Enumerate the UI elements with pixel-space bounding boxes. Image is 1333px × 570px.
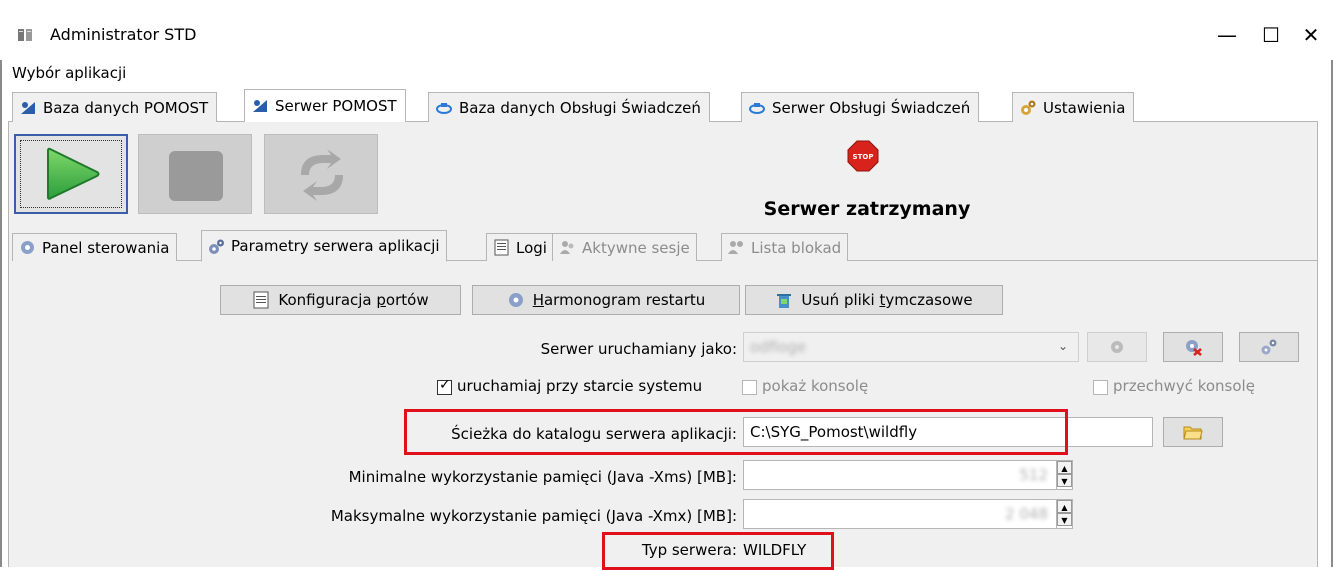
restart-icon <box>301 149 343 201</box>
folder-icon <box>1183 426 1203 440</box>
show-console-label: pokaż konsolę <box>762 377 869 395</box>
tab-active-sessions[interactable]: Aktywne sesje <box>552 233 697 261</box>
tab-label: Logi <box>516 238 547 257</box>
play-icon <box>47 147 100 200</box>
checkmark-icon: ✓ <box>439 377 451 393</box>
tab-label: Baza danych POMOST <box>43 98 209 117</box>
run-as-label: Serwer uruchamiany jako: <box>540 340 737 358</box>
log-icon <box>494 239 509 256</box>
capture-console-checkbox[interactable] <box>1093 380 1108 395</box>
window-title: Administrator STD <box>50 25 197 44</box>
server-app-icon <box>18 29 32 41</box>
pomost-icon <box>253 100 267 112</box>
xms-stepper[interactable]: ▲ ▼ <box>1056 461 1072 489</box>
show-console-checkbox[interactable] <box>742 380 757 395</box>
service-icon <box>749 102 765 114</box>
xmx-label: Maksymalne wykorzystanie pamięci (Java -… <box>330 507 737 525</box>
gears-icon <box>1261 339 1277 355</box>
stop-square-icon <box>169 151 223 201</box>
stop-sign-icon: STOP <box>847 140 879 172</box>
pomost-icon <box>21 101 35 114</box>
button-label: Usuń pliki tymczasowe <box>801 291 973 309</box>
button-label: Konfiguracja portów <box>278 291 429 309</box>
tab-logs[interactable]: Logi <box>486 233 554 261</box>
minimize-button[interactable]: — <box>1212 20 1242 50</box>
restart-schedule-button[interactable]: Harmonogram restartu <box>472 285 740 315</box>
highlight-server-type <box>602 532 834 570</box>
xms-spinner[interactable]: 512 ▲ ▼ <box>743 460 1073 490</box>
start-on-boot-label: uruchamiaj przy starcie systemu <box>457 377 703 395</box>
button-label: Harmonogram restartu <box>532 291 706 309</box>
down-arrow-icon: ▼ <box>1057 474 1072 487</box>
xms-label: Minimalne wykorzystanie pamięci (Java -X… <box>348 468 737 486</box>
tab-label: Serwer POMOST <box>275 97 397 115</box>
tab-label: Ustawienia <box>1043 98 1126 117</box>
capture-console-label: przechwyć konsolę <box>1113 377 1255 395</box>
tab-pomost-database[interactable]: Baza danych POMOST <box>12 92 218 122</box>
server-status-text: Serwer zatrzymany <box>763 198 971 220</box>
restart-server-button[interactable] <box>264 134 378 214</box>
chevron-down-icon: ⌄ <box>1057 339 1068 353</box>
highlight-path <box>404 409 1068 455</box>
lock-users-icon <box>728 241 743 254</box>
gears-icon <box>209 239 224 254</box>
gear-remove-icon <box>1186 340 1202 356</box>
tab-label: Baza danych Obsługi Świadczeń <box>459 98 701 117</box>
xmx-spinner[interactable]: 2 048 ▲ ▼ <box>743 499 1073 529</box>
stop-sign-label: STOP <box>853 153 874 161</box>
sub-tab-bar: Panel sterowania Parametry serwera aplik… <box>12 230 1318 262</box>
trash-icon <box>777 294 792 308</box>
stop-server-button[interactable] <box>138 134 252 214</box>
xmx-stepper[interactable]: ▲ ▼ <box>1056 500 1072 528</box>
tab-lock-list[interactable]: Lista blokad <box>721 233 849 261</box>
service-icon <box>436 102 452 114</box>
menu-app-selection[interactable]: Wybór aplikacji <box>12 64 126 82</box>
run-as-value: odfioge <box>750 338 807 356</box>
log-icon <box>253 291 269 309</box>
tab-pomost-server[interactable]: Serwer POMOST <box>244 89 406 123</box>
tab-label: Aktywne sesje <box>582 238 690 257</box>
service-settings-button[interactable] <box>1239 332 1299 362</box>
gear-icon <box>508 293 523 307</box>
start-on-boot-checkbox[interactable]: ✓ <box>437 377 452 395</box>
gear-icon <box>1111 341 1123 353</box>
service-remove-button[interactable] <box>1163 332 1223 362</box>
users-icon <box>560 241 574 254</box>
window-border-left <box>0 0 2 567</box>
browse-folder-button[interactable] <box>1163 417 1223 447</box>
port-configuration-button[interactable]: Konfiguracja portów <box>220 285 461 315</box>
xms-value: 512 <box>1019 466 1048 484</box>
start-server-button[interactable] <box>14 134 128 214</box>
tab-label: Parametry serwera aplikacji <box>231 237 440 255</box>
settings-icon <box>1021 100 1036 115</box>
tab-label: Panel sterowania <box>42 238 170 257</box>
xmx-value: 2 048 <box>1005 505 1048 523</box>
gear-icon <box>21 241 34 254</box>
up-arrow-icon: ▲ <box>1057 461 1072 474</box>
tab-label: Lista blokad <box>751 238 842 257</box>
tab-benefits-server[interactable]: Serwer Obsługi Świadczeń <box>741 92 980 122</box>
tab-settings[interactable]: Ustawienia <box>1012 92 1135 122</box>
tab-benefits-database[interactable]: Baza danych Obsługi Świadczeń <box>428 92 710 122</box>
close-button[interactable]: ✕ <box>1296 20 1326 50</box>
run-as-select[interactable]: odfioge ⌄ <box>743 332 1079 362</box>
tab-label: Serwer Obsługi Świadczeń <box>772 98 971 117</box>
tab-server-parameters[interactable]: Parametry serwera aplikacji <box>201 230 447 262</box>
tab-control-panel[interactable]: Panel sterowania <box>12 233 177 261</box>
main-tab-bar: Baza danych POMOST Serwer POMOST Baza da… <box>8 89 1318 123</box>
down-arrow-icon: ▼ <box>1057 513 1072 526</box>
service-gear-button[interactable] <box>1087 332 1147 362</box>
maximize-button[interactable]: ☐ <box>1256 20 1286 50</box>
title-bar <box>0 0 1333 60</box>
delete-temp-files-button[interactable]: Usuń pliki tymczasowe <box>745 285 1003 315</box>
up-arrow-icon: ▲ <box>1057 500 1072 513</box>
